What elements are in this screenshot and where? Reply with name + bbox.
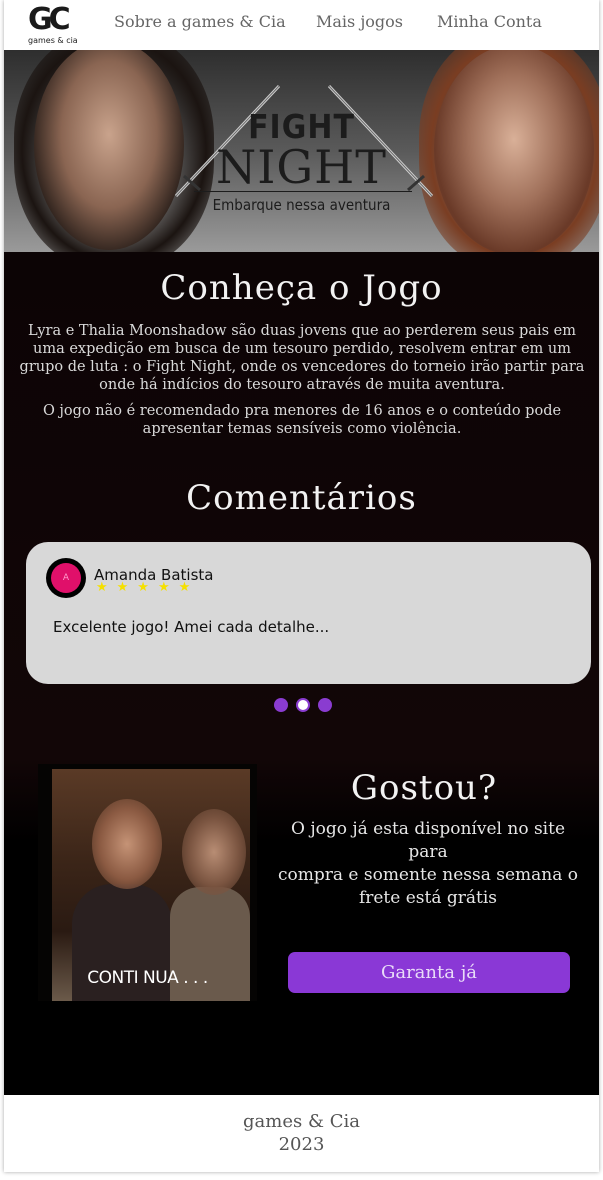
footer-brand: games & Cia <box>243 1111 360 1132</box>
nav-link-sobre[interactable]: Sobre a games & Cia <box>114 12 286 31</box>
site-footer: games & Cia 2023 <box>4 1095 599 1172</box>
comment-text: Excelente jogo! Amei cada detalhe... <box>53 618 330 636</box>
logo-subtitle: games & cia <box>28 36 78 45</box>
site-header: GC games & cia Sobre a games & Cia Mais … <box>4 0 599 48</box>
promo-text: O jogo já esta disponível no site para c… <box>270 818 586 910</box>
nav-link-minha-conta[interactable]: Minha Conta <box>437 12 542 31</box>
main-content: Conheça o Jogo Lyra e Thalia Moonshadow … <box>4 252 599 1095</box>
page: GC games & cia Sobre a games & Cia Mais … <box>4 0 599 1172</box>
hero-tagline: Embarque nessa aventura <box>212 196 391 214</box>
rating-stars-icon: ★★★★★ <box>96 580 200 595</box>
promo-face-right <box>182 809 246 895</box>
about-paragraph-1: Lyra e Thalia Moonshadow são duas jovens… <box>19 323 585 393</box>
promo-text-line-2: compra e somente nessa semana o <box>277 865 579 885</box>
promo-heading: Gostou? <box>350 768 498 808</box>
comments-heading: Comentários <box>186 478 417 518</box>
promo-text-line-3: frete está grátis <box>358 888 498 908</box>
avatar: A <box>46 558 86 598</box>
promo-text-line-1: O jogo já esta disponível no site para <box>290 819 566 862</box>
carousel-dot-2[interactable] <box>296 698 310 712</box>
about-paragraph-2: O jogo não é recomendado pra menores de … <box>42 403 562 437</box>
promo-artwork <box>52 769 250 1001</box>
footer-year: 2023 <box>278 1134 325 1155</box>
about-heading: Conheça o Jogo <box>160 268 443 308</box>
promo-face-left <box>92 799 162 889</box>
nav-link-mais-jogos[interactable]: Mais jogos <box>316 12 403 31</box>
hero-title-night: NIGHT <box>216 140 387 194</box>
buy-now-button[interactable]: Garanta já <box>288 952 570 993</box>
logo[interactable]: GC games & cia <box>26 2 82 46</box>
logo-mark: GC <box>28 2 71 37</box>
promo-image-caption: CONTI NUA . . . <box>87 968 208 988</box>
carousel-dot-1[interactable] <box>274 698 288 712</box>
carousel-dot-3[interactable] <box>318 698 332 712</box>
hero-banner: FIGHT NIGHT Embarque nessa aventura <box>4 50 599 252</box>
hero-divider <box>194 191 412 192</box>
comment-card: A Amanda Batista ★★★★★ Excelente jogo! A… <box>26 542 591 684</box>
promo-image: CONTI NUA . . . <box>38 764 257 1001</box>
avatar-initial: A <box>51 563 81 593</box>
